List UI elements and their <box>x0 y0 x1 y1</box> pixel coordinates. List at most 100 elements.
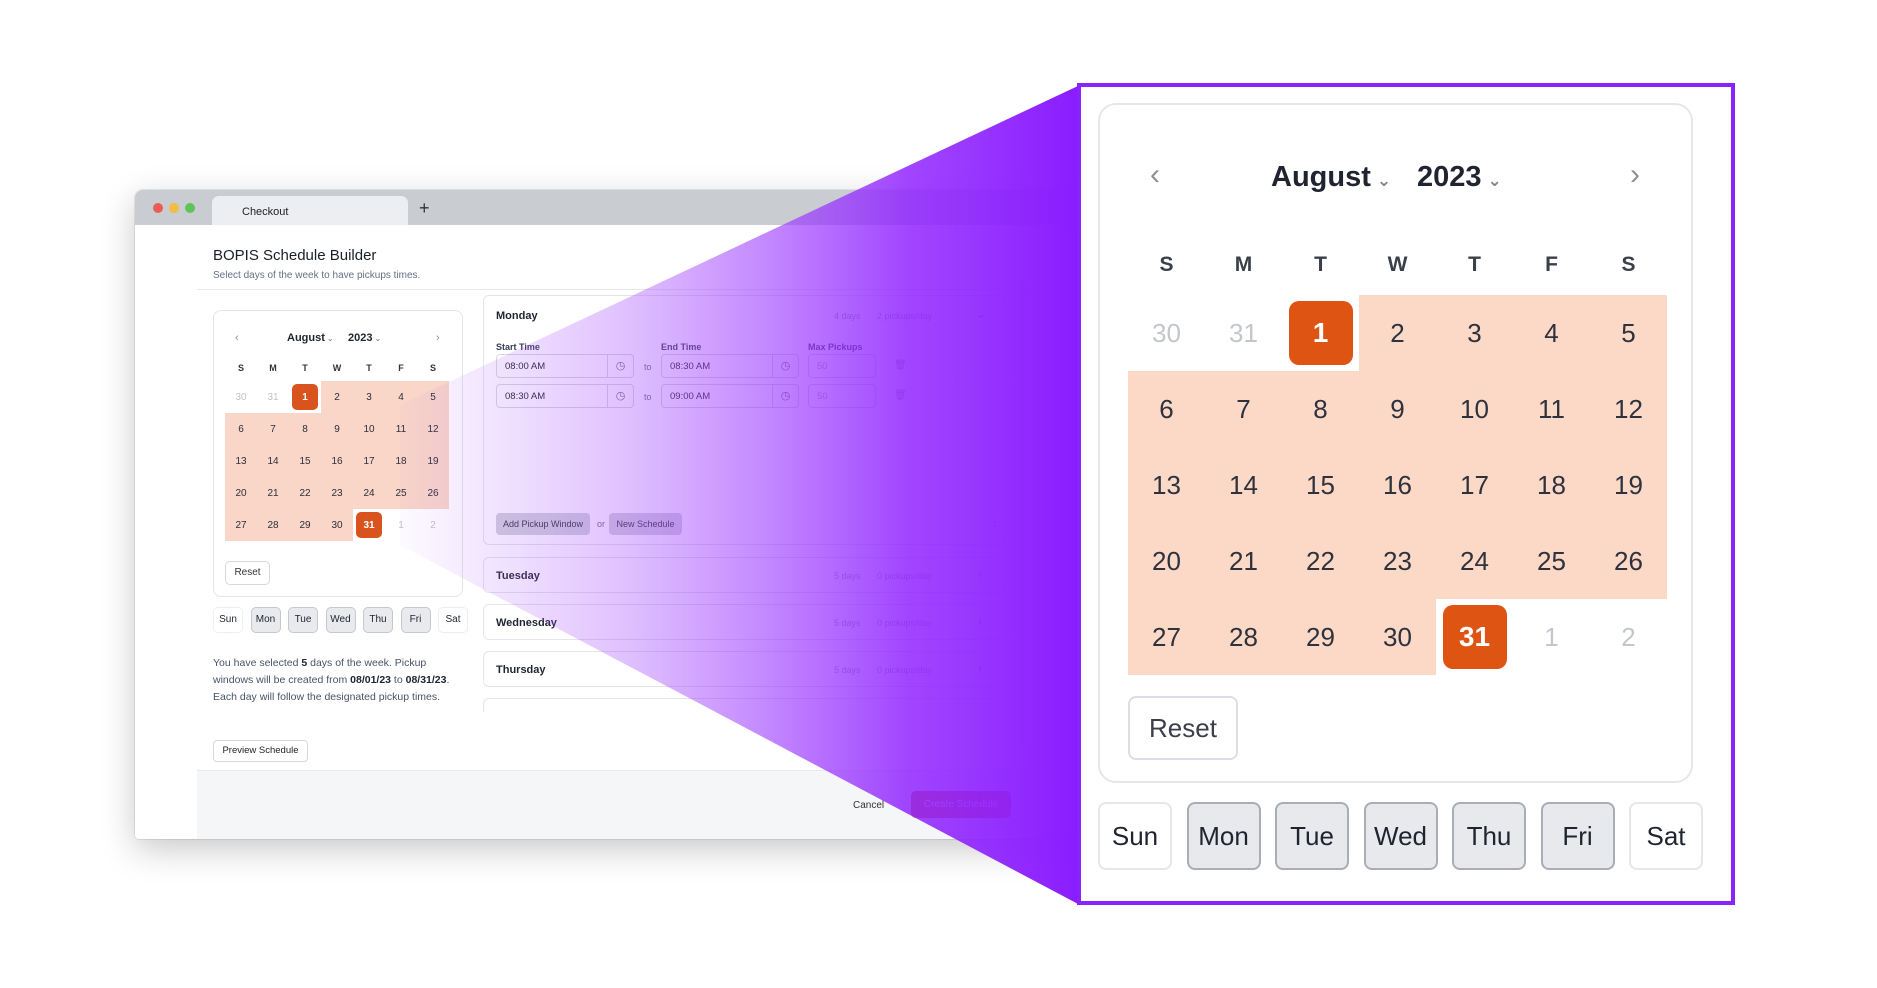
weekday-toggle-fri[interactable]: Fri <box>400 607 431 633</box>
day-cell[interactable]: 31 <box>1205 295 1282 371</box>
day-cell[interactable]: 27 <box>225 509 257 541</box>
day-cell[interactable]: 31 <box>1436 599 1513 675</box>
chevron-right-icon[interactable]: › <box>978 567 982 581</box>
new-schedule-button[interactable]: New Schedule <box>609 513 682 535</box>
max-pickups-input[interactable]: 50 <box>808 354 876 378</box>
chevron-down-icon[interactable]: ⌄ <box>976 307 986 321</box>
day-cell[interactable]: 23 <box>321 477 353 509</box>
day-cell[interactable]: 3 <box>1436 295 1513 371</box>
mini-year-select[interactable]: 2023 ⌄ <box>348 332 381 344</box>
day-cell[interactable]: 10 <box>1436 371 1513 447</box>
add-pickup-window-button[interactable]: Add Pickup Window <box>496 513 590 535</box>
day-cell[interactable]: 20 <box>225 477 257 509</box>
chevron-right-icon[interactable]: › <box>978 661 982 675</box>
day-cell[interactable]: 18 <box>385 445 417 477</box>
day-cell[interactable]: 9 <box>321 413 353 445</box>
close-window-button[interactable] <box>153 203 163 213</box>
day-cell[interactable]: 22 <box>289 477 321 509</box>
day-cell[interactable]: 26 <box>417 477 449 509</box>
clock-icon[interactable]: ◷ <box>772 385 798 407</box>
weekday-toggle-wed[interactable]: Wed <box>1363 802 1438 870</box>
clock-icon[interactable]: ◷ <box>607 385 633 407</box>
day-cell[interactable]: 16 <box>321 445 353 477</box>
day-cell[interactable]: 3 <box>353 381 385 413</box>
day-cell[interactable]: 21 <box>1205 523 1282 599</box>
trash-icon[interactable]: 🗑 <box>894 360 907 371</box>
create-schedule-button[interactable]: Create Schedule <box>911 791 1011 818</box>
prev-month-icon[interactable]: ‹ <box>1150 158 1160 192</box>
day-cell[interactable]: 8 <box>289 413 321 445</box>
day-cell[interactable]: 13 <box>1128 447 1205 523</box>
day-cell[interactable]: 11 <box>385 413 417 445</box>
day-cell[interactable]: 31 <box>353 509 385 541</box>
day-cell[interactable]: 19 <box>1590 447 1667 523</box>
day-cell[interactable]: 25 <box>385 477 417 509</box>
day-cell[interactable]: 15 <box>1282 447 1359 523</box>
day-cell[interactable]: 15 <box>289 445 321 477</box>
day-cell[interactable]: 29 <box>1282 599 1359 675</box>
day-cell[interactable]: 21 <box>257 477 289 509</box>
reset-button[interactable]: Reset <box>1128 696 1238 760</box>
day-cell[interactable]: 28 <box>257 509 289 541</box>
day-cell[interactable]: 6 <box>1128 371 1205 447</box>
day-cell[interactable]: 27 <box>1128 599 1205 675</box>
cancel-button[interactable]: Cancel <box>853 800 884 811</box>
minimize-window-button[interactable] <box>169 203 179 213</box>
day-cell[interactable]: 7 <box>1205 371 1282 447</box>
year-select[interactable]: 2023 ⌄ <box>1417 161 1502 194</box>
clock-icon[interactable]: ◷ <box>772 355 798 377</box>
day-title[interactable]: Monday <box>496 310 538 322</box>
day-cell[interactable]: 29 <box>289 509 321 541</box>
preview-schedule-button[interactable]: Preview Schedule <box>213 740 308 762</box>
day-cell[interactable]: 30 <box>225 381 257 413</box>
weekday-toggle-sun[interactable]: Sun <box>213 607 243 633</box>
day-cell[interactable]: 2 <box>1590 599 1667 675</box>
day-cell[interactable]: 31 <box>257 381 289 413</box>
day-cell[interactable]: 1 <box>385 509 417 541</box>
weekday-toggle-thu[interactable]: Thu <box>1452 802 1526 870</box>
weekday-toggle-tue[interactable]: Tue <box>288 607 318 633</box>
day-cell[interactable]: 10 <box>353 413 385 445</box>
day-cell[interactable]: 4 <box>1513 295 1590 371</box>
day-cell[interactable]: 30 <box>1359 599 1436 675</box>
day-cell[interactable]: 7 <box>257 413 289 445</box>
trash-icon[interactable]: 🗑 <box>894 390 907 401</box>
clock-icon[interactable]: ◷ <box>607 355 633 377</box>
day-cell[interactable]: 5 <box>1590 295 1667 371</box>
day-cell[interactable]: 4 <box>385 381 417 413</box>
start-time-input[interactable]: 08:30 AM ◷ <box>496 384 634 408</box>
day-cell[interactable]: 30 <box>1128 295 1205 371</box>
end-time-input[interactable]: 09:00 AM ◷ <box>661 384 799 408</box>
day-cell[interactable]: 17 <box>1436 447 1513 523</box>
new-tab-icon[interactable]: + <box>419 196 430 220</box>
scrollbar[interactable] <box>1021 281 1025 741</box>
month-select[interactable]: August ⌄ <box>1271 161 1391 194</box>
day-cell[interactable]: 2 <box>1359 295 1436 371</box>
day-cell[interactable]: 19 <box>417 445 449 477</box>
day-cell[interactable]: 5 <box>417 381 449 413</box>
day-cell[interactable]: 1 <box>1282 295 1359 371</box>
day-cell[interactable]: 30 <box>321 509 353 541</box>
browser-tab[interactable]: Checkout <box>212 196 408 225</box>
day-card-thursday[interactable]: Thursday 5 days 0 pickups/day › <box>483 651 1006 687</box>
day-cell[interactable]: 28 <box>1205 599 1282 675</box>
day-cell[interactable]: 17 <box>353 445 385 477</box>
weekday-toggle-wed[interactable]: Wed <box>325 607 356 633</box>
day-cell[interactable]: 1 <box>289 381 321 413</box>
day-cell[interactable]: 16 <box>1359 447 1436 523</box>
day-cell[interactable]: 22 <box>1282 523 1359 599</box>
day-cell[interactable]: 13 <box>225 445 257 477</box>
day-cell[interactable]: 11 <box>1513 371 1590 447</box>
maximize-window-button[interactable] <box>185 203 195 213</box>
weekday-toggle-sat[interactable]: Sat <box>438 607 468 633</box>
next-month-icon[interactable]: › <box>1630 158 1640 192</box>
day-cell[interactable]: 14 <box>257 445 289 477</box>
max-pickups-input[interactable]: 50 <box>808 384 876 408</box>
day-cell[interactable]: 24 <box>1436 523 1513 599</box>
day-cell[interactable]: 18 <box>1513 447 1590 523</box>
day-cell[interactable]: 14 <box>1205 447 1282 523</box>
day-card-tuesday[interactable]: Tuesday 5 days 0 pickups/day › <box>483 557 1006 593</box>
weekday-toggle-mon[interactable]: Mon <box>1186 802 1261 870</box>
mini-next-month-icon[interactable]: › <box>436 332 440 344</box>
day-cell[interactable]: 12 <box>1590 371 1667 447</box>
